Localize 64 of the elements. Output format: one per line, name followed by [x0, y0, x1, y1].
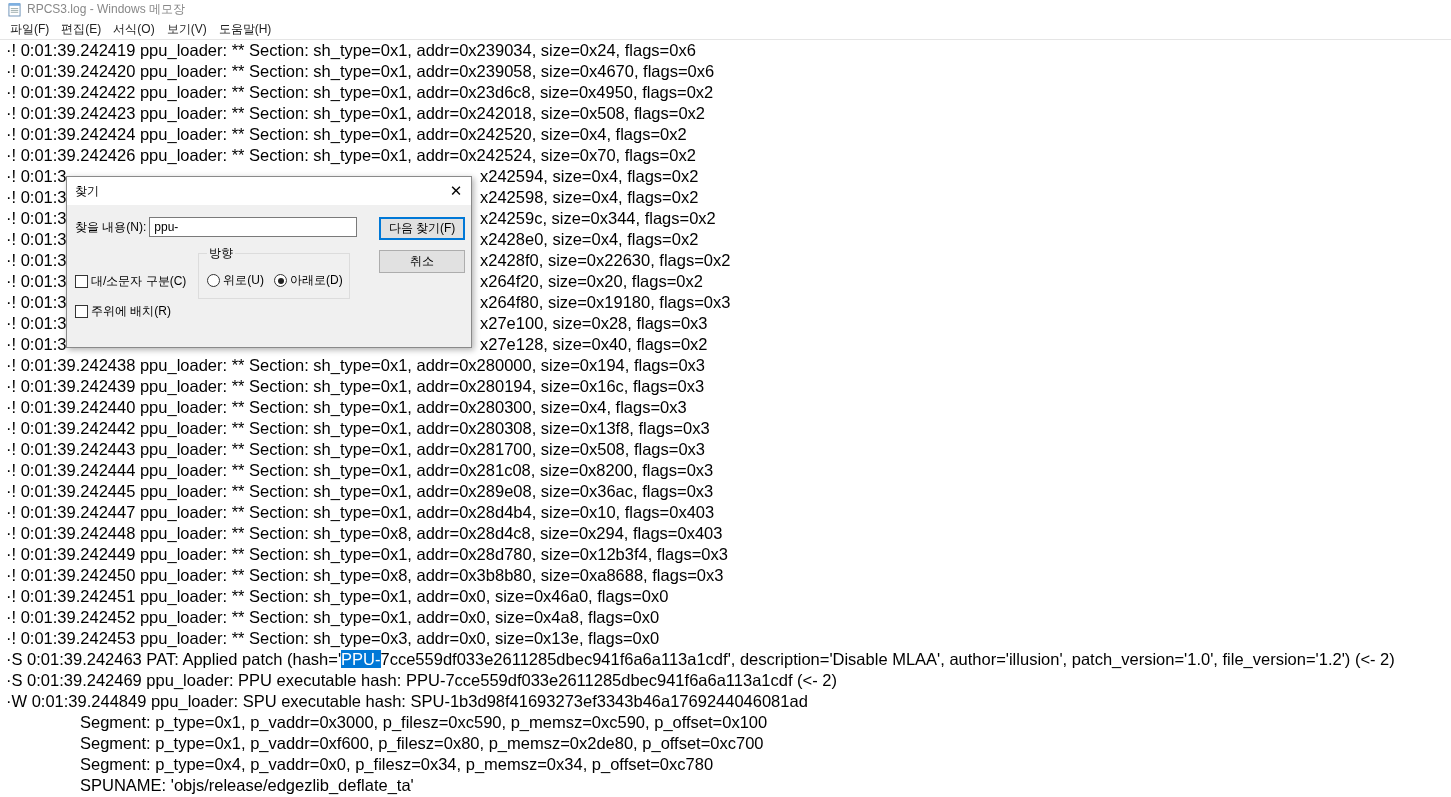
- log-line: ·! 0:01:3: [6, 230, 67, 248]
- log-line: ·! 0:01:39.242452 ppu_loader: ** Section: sh_type=0x1, addr=0x0, size=0x4a8, flags=0x0: [6, 607, 660, 628]
- log-line: ·! 0:01:39.242426 ppu_loader: ** Section: sh_type=0x1, addr=0x242524, size=0x70, flags=0x2: [6, 145, 696, 166]
- log-line: ·! 0:01:39.242448 ppu_loader: ** Section: sh_type=0x8, addr=0x28d4c8, size=0x294, flags=0x403: [6, 523, 723, 544]
- log-line: ·! 0:01:3: [6, 251, 67, 269]
- log-line: ·! 0:01:3: [6, 314, 67, 332]
- log-line: ·! 0:01:39.242438 ppu_loader: ** Section: sh_type=0x1, addr=0x280000, size=0x194, flags=0x3: [6, 355, 706, 376]
- menu-item[interactable]: 서식(O): [113, 20, 155, 38]
- dialog-title: 찾기: [75, 182, 99, 200]
- log-line: x242594, size=0x4, flags=0x2: [480, 166, 699, 187]
- menu-item[interactable]: 파일(F): [10, 20, 50, 38]
- log-line: x264f20, size=0x20, flags=0x2: [480, 271, 703, 292]
- radio-button[interactable]: [207, 274, 221, 287]
- log-line: ·! 0:01:3: [6, 335, 67, 353]
- find-field[interactable]: ppu-: [149, 217, 358, 237]
- log-line: ·! 0:01:3: [6, 293, 67, 311]
- cancel-button[interactable]: 취소: [379, 250, 465, 273]
- log-line: ·! 0:01:39.242445 ppu_loader: ** Section: sh_type=0x1, addr=0x289e08, size=0x36ac, flags=0x3: [6, 481, 714, 502]
- log-line: ·! 0:01:39.242423 ppu_loader: ** Section: sh_type=0x1, addr=0x242018, size=0x508, flags=0x2: [6, 103, 706, 124]
- close-button[interactable]: ✕: [441, 178, 471, 204]
- menu-item[interactable]: 보기(V): [166, 20, 207, 38]
- log-line: SPUNAME: 'objs/release/edgezlib_deflate_ta': [80, 775, 414, 796]
- log-line: ·! 0:01:39.242451 ppu_loader: ** Section: sh_type=0x1, addr=0x0, size=0x46a0, flags=0x0: [6, 586, 669, 607]
- log-line: ·S 0:01:39.242469 ppu_loader: PPU executable hash: PPU-7cce559df033e2611285dbec941f6a6a113a1cdf (<- 2): [6, 670, 837, 691]
- radio-button[interactable]: [274, 274, 287, 287]
- log-line: x27e100, size=0x28, flags=0x3: [480, 313, 708, 334]
- log-line: x2428f0, size=0x22630, flags=0x2: [480, 250, 731, 271]
- log-line: ·! 0:01:39.242419 ppu_loader: ** Section: sh_type=0x1, addr=0x239034, size=0x24, flags=0x6: [6, 40, 696, 61]
- log-line: x27e128, size=0x40, flags=0x2: [480, 334, 708, 355]
- log-line: ·! 0:01:39.242443 ppu_loader: ** Section: sh_type=0x1, addr=0x281700, size=0x508, flags=0x3: [6, 439, 706, 460]
- log-line: ·! 0:01:39.242442 ppu_loader: ** Section: sh_type=0x1, addr=0x280308, size=0x13f8, flags=0x3: [6, 418, 710, 439]
- group-title: 방향: [207, 245, 236, 262]
- log-line: ·W 0:01:39.244849 ppu_loader: SPU executable hash: SPU-1b3d98f41693273ef3343b46a1769244046081ad: [6, 691, 808, 712]
- find-label: 찾을 내용(N):: [75, 218, 147, 236]
- radio-label[interactable]: 아래로(D): [290, 272, 343, 289]
- log-line: ·! 0:01:39.242424 ppu_loader: ** Section: sh_type=0x1, addr=0x242520, size=0x4, flags=0x2: [6, 124, 687, 145]
- log-line: ·! 0:01:39.242439 ppu_loader: ** Section: sh_type=0x1, addr=0x280194, size=0x16c, flags=0x3: [6, 376, 705, 397]
- log-line: ·! 0:01:3: [6, 167, 67, 185]
- log-line: ·! 0:01:39.242449 ppu_loader: ** Section: sh_type=0x1, addr=0x28d780, size=0x12b3f4, flags=0x3: [6, 544, 728, 565]
- log-line: x264f80, size=0x19180, flags=0x3: [480, 292, 731, 313]
- find-next-button[interactable]: 다음 찾기(F): [379, 217, 465, 240]
- log-line: ·! 0:01:39.242450 ppu_loader: ** Section: sh_type=0x8, addr=0x3b8b80, size=0xa8688, flags=0x3: [6, 565, 724, 586]
- log-line: Segment: p_type=0x1, p_vaddr=0xf600, p_filesz=0x80, p_memsz=0x2de80, p_offset=0xc700: [80, 733, 764, 754]
- log-line: x2428e0, size=0x4, flags=0x2: [480, 229, 699, 250]
- match-case-checkbox[interactable]: 대/소문자 구분(C): [75, 273, 187, 290]
- log-line: x24259c, size=0x344, flags=0x2: [480, 208, 716, 229]
- radio-label[interactable]: 위로(U): [223, 272, 264, 289]
- log-line: Segment: p_type=0x1, p_vaddr=0x3000, p_filesz=0xc590, p_memsz=0xc590, p_offset=0x100: [80, 712, 768, 733]
- log-line: ·! 0:01:39.242444 ppu_loader: ** Section: sh_type=0x1, addr=0x281c08, size=0x8200, flags=0x3: [6, 460, 714, 481]
- log-line: x242598, size=0x4, flags=0x2: [480, 187, 699, 208]
- menu-item[interactable]: 도움말(H): [218, 20, 272, 38]
- log-line: ·! 0:01:3: [6, 209, 67, 227]
- log-line: ·! 0:01:39.242447 ppu_loader: ** Section: sh_type=0x1, addr=0x28d4b4, size=0x10, flags=0x403: [6, 502, 715, 523]
- log-line: Segment: p_type=0x4, p_vaddr=0x0, p_filesz=0x34, p_memsz=0x34, p_offset=0xc780: [80, 754, 714, 775]
- log-line: ·! 0:01:3: [6, 272, 67, 290]
- log-line: ·! 0:01:39.242453 ppu_loader: ** Section: sh_type=0x3, addr=0x0, size=0x13e, flags=0x0: [6, 628, 660, 649]
- log-line: ·! 0:01:39.242440 ppu_loader: ** Section: sh_type=0x1, addr=0x280300, size=0x4, flags=0x3: [6, 397, 687, 418]
- menu-item[interactable]: 편집(E): [61, 20, 102, 38]
- log-line: ·! 0:01:3: [6, 188, 67, 206]
- log-line: ·! 0:01:39.242420 ppu_loader: ** Section: sh_type=0x1, addr=0x239058, size=0x4670, flags=0x6: [6, 61, 715, 82]
- log-line: ·S 0:01:39.242463 PAT: Applied patch (hash='PPU-7cce559df033e2611285dbec941f6a6a113a1cdf', description='Disable MLAA', author='illusion', patch_version='1.0', file_version='1.2') (<- 2): [6, 649, 1395, 670]
- window-title: RPCS3.log - Windows 메모장: [27, 1, 186, 18]
- log-line: ·! 0:01:39.242422 ppu_loader: ** Section: sh_type=0x1, addr=0x23d6c8, size=0x4950, flags=0x2: [6, 82, 714, 103]
- wrap-around-checkbox[interactable]: 주위에 배치(R): [75, 303, 187, 320]
